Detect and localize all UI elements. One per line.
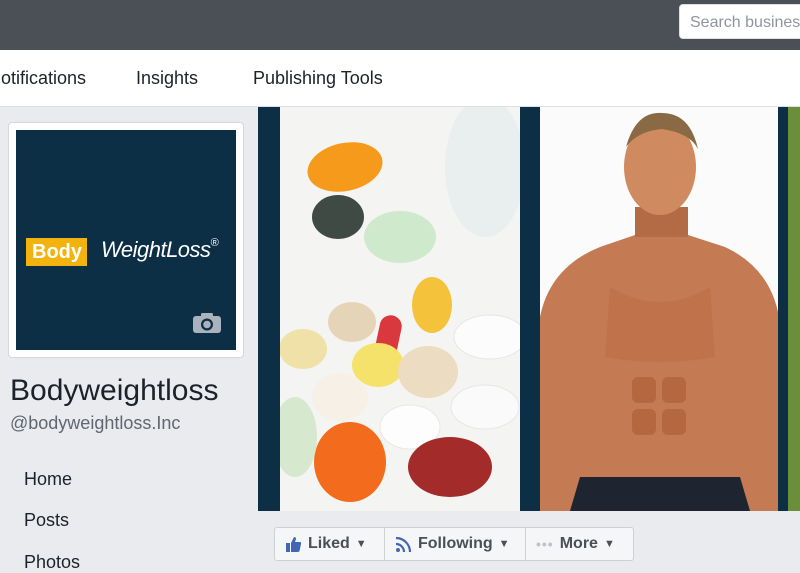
- tab-insights[interactable]: Insights: [136, 68, 198, 89]
- more-label: More: [559, 535, 598, 552]
- caret-down-icon: ▼: [355, 538, 367, 550]
- page-action-bar: Liked ▼ Following ▼ ••• More ▼: [258, 511, 800, 572]
- cover-edge-image: [788, 107, 800, 511]
- tab-notifications[interactable]: Notifications: [0, 68, 86, 89]
- caret-down-icon: ▼: [603, 538, 615, 550]
- page-username: @bodyweightloss.Inc: [10, 413, 181, 433]
- more-button[interactable]: ••• More ▼: [525, 527, 634, 561]
- sidebar-item-photos[interactable]: Photos: [24, 552, 80, 573]
- following-button[interactable]: Following ▼: [384, 527, 526, 561]
- logo-weightloss-text: WeightLoss®: [101, 237, 219, 262]
- left-column: Body WeightLoss® Bodyweightloss @bodywei…: [0, 107, 258, 572]
- page-nav-bar: Notifications Insights Publishing Tools: [0, 50, 800, 107]
- logo-body-text: Body: [26, 238, 87, 266]
- camera-icon[interactable]: [192, 312, 222, 334]
- thumbs-up-icon: [286, 536, 302, 552]
- sidebar-item-posts[interactable]: Posts: [24, 510, 69, 531]
- liked-label: Liked: [308, 535, 350, 552]
- cover-pills-image: [280, 107, 520, 511]
- search-input[interactable]: Search businesses: [679, 4, 800, 39]
- following-label: Following: [418, 535, 493, 552]
- liked-button[interactable]: Liked ▼: [274, 527, 385, 561]
- rss-icon: [395, 536, 412, 552]
- profile-picture-frame[interactable]: Body WeightLoss®: [9, 123, 243, 357]
- cover-photo[interactable]: [258, 107, 800, 511]
- cover-model-image: [540, 107, 778, 511]
- page-title: Bodyweightloss: [10, 374, 219, 407]
- tab-publishing-tools[interactable]: Publishing Tools: [253, 68, 383, 89]
- caret-down-icon: ▼: [498, 538, 510, 550]
- more-dots-icon: •••: [536, 536, 554, 552]
- top-bar: Search businesses: [0, 0, 800, 50]
- profile-picture[interactable]: Body WeightLoss®: [16, 130, 236, 350]
- sidebar-item-home[interactable]: Home: [24, 469, 72, 490]
- search-placeholder: Search businesses: [690, 14, 800, 31]
